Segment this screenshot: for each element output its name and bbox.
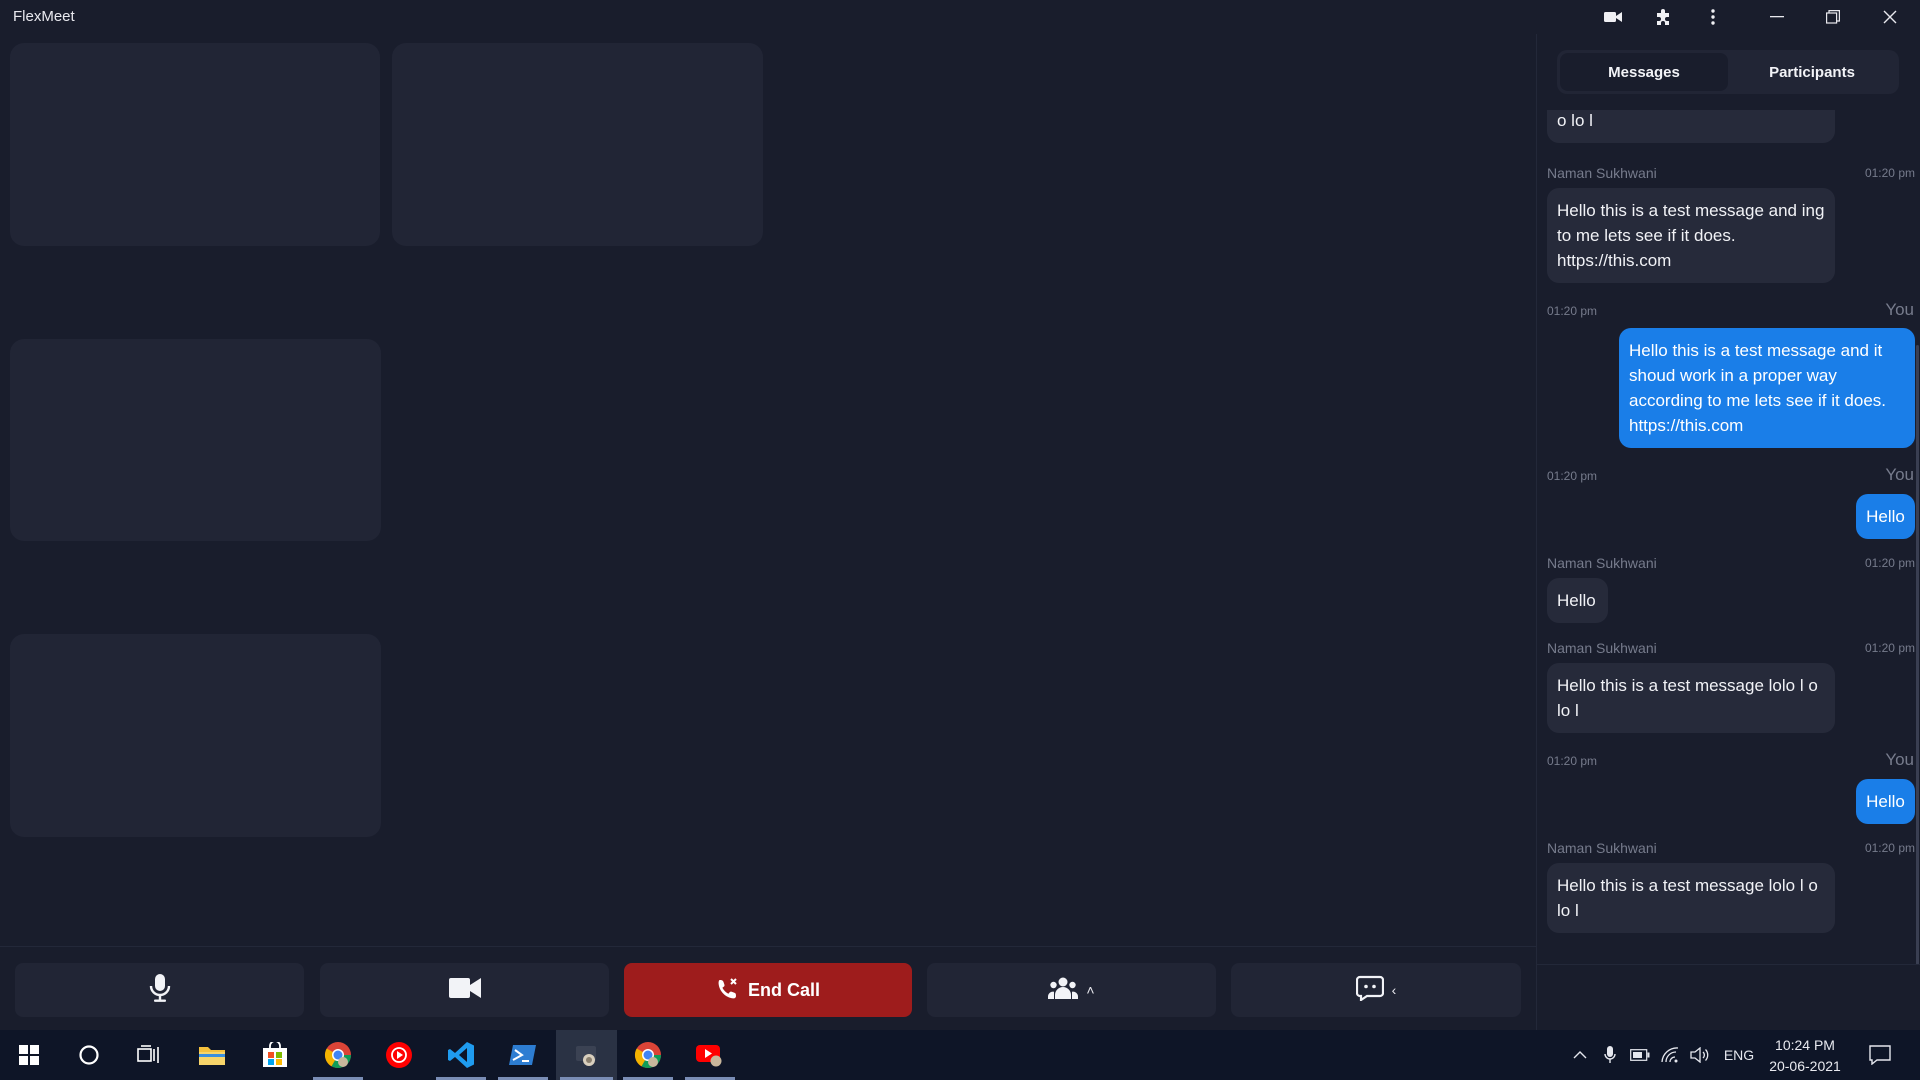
message-bubble: Hello this is a test message and ing to … [1547,188,1835,283]
windows-taskbar: ENG 10:24 PM 20-06-2021 [0,1030,1920,1080]
message-sender: Naman Sukhwani [1547,555,1657,571]
video-tile[interactable] [10,43,380,246]
chrome-icon[interactable] [309,1030,367,1080]
chat-icon [1355,975,1384,1006]
notification-icon[interactable] [1862,1030,1898,1080]
message-time: 01:20 pm [1864,641,1915,655]
youtube-music-icon[interactable] [370,1030,428,1080]
microphone-icon [149,973,171,1008]
chrome-icon[interactable] [619,1030,677,1080]
end-call-button[interactable]: End Call [624,963,912,1017]
extension-puzzle-icon[interactable] [1648,4,1678,30]
more-vert-icon[interactable] [1698,4,1728,30]
restore-icon[interactable] [1818,4,1848,30]
panel-tabs: Messages Participants [1557,50,1899,94]
app-title: FlexMeet [13,8,75,25]
microsoft-store-icon[interactable] [246,1030,304,1080]
chevron-up-icon: ˄ [1086,982,1095,998]
task-view-icon[interactable] [120,1030,178,1080]
volume-icon[interactable] [1688,1030,1712,1080]
language-indicator[interactable]: ENG [1720,1030,1758,1080]
vscode-icon[interactable] [432,1030,490,1080]
message-time: 01:20 pm [1864,166,1915,180]
participants-menu-button[interactable]: ˄ [927,963,1216,1017]
electron-app-icon[interactable] [556,1030,617,1080]
people-icon [1048,976,1079,1005]
panel-divider [1536,964,1920,965]
message-time: 01:20 pm [1864,556,1915,570]
message-sender: You [1885,300,1914,319]
video-stage [0,34,1536,946]
end-call-label: End Call [747,979,820,1000]
video-tile[interactable] [10,634,381,837]
search-circle-icon[interactable] [60,1030,118,1080]
chat-scrollbar[interactable] [1916,345,1919,965]
side-panel: Messages Participants o lo l Naman Sukhw… [1536,34,1920,1030]
title-bar: FlexMeet [0,0,1920,34]
video-camera-icon [448,977,481,1004]
microphone-icon[interactable] [1598,1030,1622,1080]
chat-toggle-button[interactable]: ‹ [1231,963,1521,1017]
minimize-icon[interactable] [1762,4,1792,30]
video-tile[interactable] [10,339,381,541]
message-bubble: Hello [1856,494,1915,539]
message-bubble: Hello [1856,779,1915,824]
video-tile[interactable] [392,43,763,246]
youtube-app-icon[interactable] [681,1030,739,1080]
message-bubble: Hello this is a test message lolo l o lo… [1547,863,1835,933]
message-bubble: Hello [1547,578,1608,623]
tab-participants[interactable]: Participants [1728,53,1896,91]
file-explorer-icon[interactable] [183,1030,241,1080]
camera-toggle-button[interactable] [320,963,609,1017]
powershell-icon[interactable] [494,1030,552,1080]
message-bubble: o lo l [1547,110,1835,143]
message-time: 01:20 pm [1547,469,1598,483]
clock-time: 10:24 PM [1775,1037,1835,1053]
tab-messages[interactable]: Messages [1560,53,1728,91]
message-bubble: Hello this is a test message and it shou… [1619,328,1915,448]
clock-date: 20-06-2021 [1769,1058,1841,1074]
message-sender: You [1885,750,1914,769]
chevron-up-icon[interactable] [1568,1030,1592,1080]
message-sender: Naman Sukhwani [1547,165,1657,181]
call-controls: End Call ˄ ‹ [0,946,1536,1030]
message-time: 01:20 pm [1547,754,1598,768]
close-icon[interactable] [1875,4,1905,30]
wifi-icon[interactable] [1658,1030,1682,1080]
windows-start-icon[interactable] [0,1030,58,1080]
video-icon[interactable] [1598,4,1628,30]
chevron-left-icon: ‹ [1391,982,1397,998]
message-sender: Naman Sukhwani [1547,840,1657,856]
battery-icon[interactable] [1628,1030,1652,1080]
message-time: 01:20 pm [1547,304,1598,318]
message-time: 01:20 pm [1864,841,1915,855]
message-sender: You [1885,465,1914,484]
phone-hangup-icon [716,977,740,1004]
message-sender: Naman Sukhwani [1547,640,1657,656]
message-bubble: Hello this is a test message lolo l o lo… [1547,663,1835,733]
mic-toggle-button[interactable] [15,963,304,1017]
taskbar-clock[interactable]: 10:24 PM 20-06-2021 [1760,1035,1850,1077]
message-list[interactable]: o lo l Naman Sukhwani 01:20 pm Hello thi… [1537,110,1920,990]
